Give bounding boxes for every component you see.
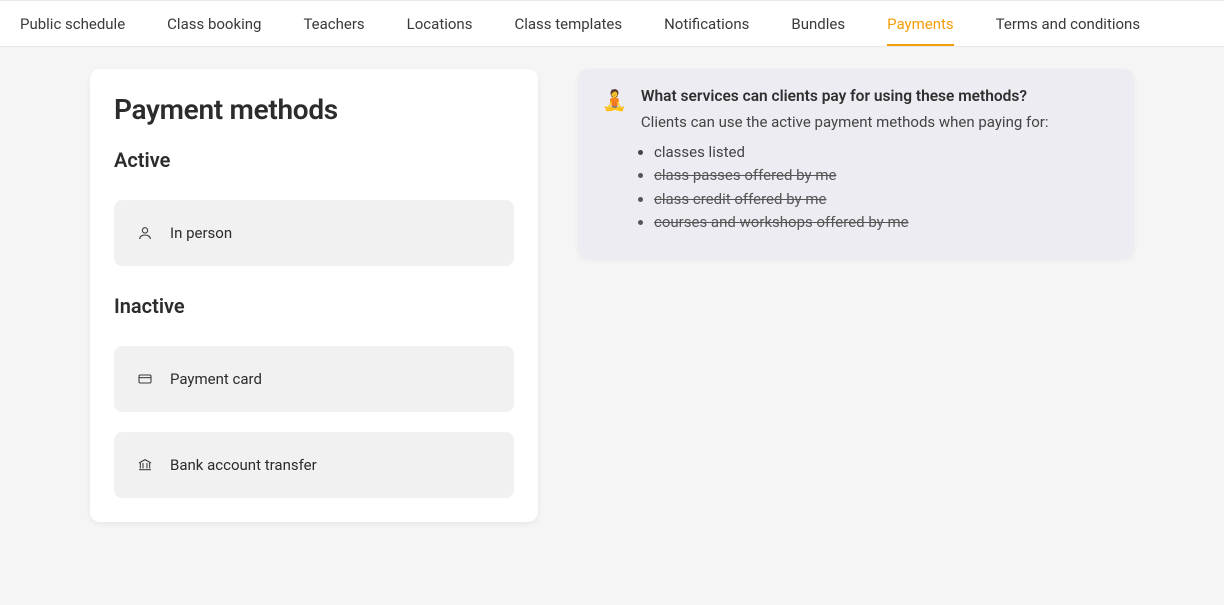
tab-payments[interactable]: Payments (887, 1, 954, 46)
tab-class-booking[interactable]: Class booking (167, 1, 261, 46)
info-list-item: class passes offered by me (654, 164, 1110, 187)
tab-bundles[interactable]: Bundles (791, 1, 845, 46)
info-header: 🧘 What services can clients pay for usin… (602, 87, 1110, 141)
inactive-heading: Inactive (114, 294, 514, 318)
tabs-bar: Public schedule Class booking Teachers Loca… (0, 0, 1224, 47)
content: Payment methods Active In person Inactiv… (0, 47, 1224, 562)
info-text: What services can clients pay for using … (641, 87, 1110, 141)
payment-methods-card: Payment methods Active In person Inactiv… (90, 69, 538, 522)
info-list-item: class credit offered by me (654, 188, 1110, 211)
method-row-in-person[interactable]: In person (114, 200, 514, 266)
active-methods-list: In person (114, 200, 514, 266)
method-row-bank-account-transfer[interactable]: Bank account transfer (114, 432, 514, 498)
method-label: Bank account transfer (170, 456, 317, 474)
info-subtitle: Clients can use the active payment metho… (641, 113, 1110, 131)
active-heading: Active (114, 148, 514, 172)
method-label: Payment card (170, 370, 262, 388)
tab-class-templates[interactable]: Class templates (514, 1, 622, 46)
method-label: In person (170, 224, 232, 242)
tab-public-schedule[interactable]: Public schedule (20, 1, 125, 46)
tab-locations[interactable]: Locations (407, 1, 473, 46)
person-icon (136, 224, 154, 242)
method-row-payment-card[interactable]: Payment card (114, 346, 514, 412)
info-box: 🧘 What services can clients pay for usin… (578, 69, 1134, 258)
info-list: classes listedclass passes offered by me… (602, 141, 1110, 234)
info-list-item: courses and workshops offered by me (654, 211, 1110, 234)
info-title: What services can clients pay for using … (641, 87, 1110, 105)
tab-notifications[interactable]: Notifications (664, 1, 749, 46)
bank-icon (136, 456, 154, 474)
tab-terms-and-conditions[interactable]: Terms and conditions (996, 1, 1140, 46)
card-title: Payment methods (114, 93, 514, 126)
tab-teachers[interactable]: Teachers (303, 1, 364, 46)
card-icon (136, 370, 154, 388)
info-list-item: classes listed (654, 141, 1110, 164)
inactive-methods-list: Payment card Bank account transfer (114, 346, 514, 498)
yoga-icon: 🧘 (602, 87, 627, 113)
